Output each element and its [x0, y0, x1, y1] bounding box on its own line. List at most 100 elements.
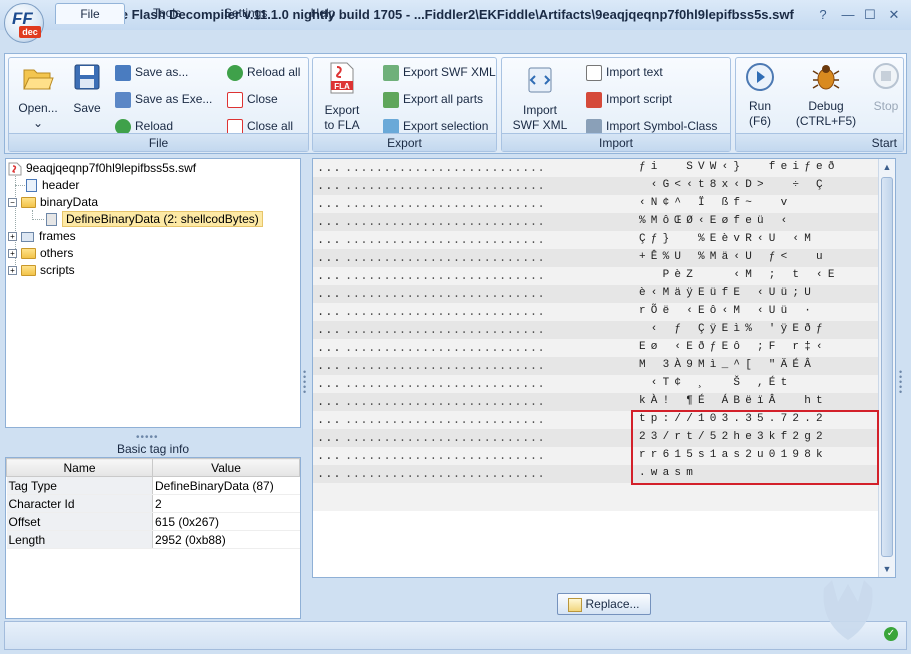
table-row[interactable]: Length 2952 (0xb88) [6, 530, 300, 549]
maximize-button[interactable]: ☐ [860, 7, 880, 23]
export-group: FLA Export to FLA Export SWF XML Export … [312, 57, 497, 152]
import-symbol-class-label: Import Symbol-Class [606, 119, 718, 133]
stop-button[interactable]: Stop [870, 62, 902, 114]
tab-file[interactable]: File [55, 3, 125, 24]
collapse-icon[interactable]: − [8, 198, 17, 208]
hex-row[interactable]: ............................. ‹ ƒ ÇÿEì% … [313, 321, 895, 339]
hex-offset: ... [317, 359, 342, 373]
hex-row[interactable]: ............................. ‹N¢^ Ï ßf~ … [313, 195, 895, 213]
hex-bytes: .......................... [345, 233, 546, 247]
table-row[interactable]: Character Id 2 [6, 494, 300, 513]
debug-label-2: (CTRL+F5) [795, 114, 857, 128]
save-as-exe-button[interactable]: Save as Exe... [115, 88, 212, 110]
replace-button[interactable]: Replace... [557, 593, 651, 615]
hex-offset: ... [317, 287, 342, 301]
table-row[interactable]: Offset 615 (0x267) [6, 512, 300, 531]
reload-all-button[interactable]: Reload all [227, 61, 300, 83]
start-group: Run (F6) Debug (CTRL+F5) Stop Start [735, 57, 904, 152]
import-swf-xml-button[interactable]: Import SWF XML [506, 66, 574, 133]
hex-row[interactable]: ............................. Eø ‹EðƒEô ;… [313, 339, 895, 357]
swf-tree[interactable]: 9eaqjqeqnp7f0hl9lepifbss5s.swf header − b… [5, 158, 301, 428]
tree-node-header[interactable]: header [26, 177, 79, 194]
hex-offset: ... [317, 305, 342, 319]
tree-node-scripts[interactable]: + scripts [8, 262, 75, 279]
right-panel-grip[interactable]: • • • • • [899, 368, 905, 397]
export-all-parts-label: Export all parts [403, 92, 484, 106]
hex-offset: ... [317, 215, 342, 229]
import-text-button[interactable]: Import text [586, 61, 663, 83]
export-all-parts-button[interactable]: Export all parts [383, 88, 483, 110]
replace-icon [568, 597, 583, 612]
hex-bytes: .......................... [345, 359, 546, 373]
export-swf-xml-button[interactable]: Export SWF XML [383, 61, 496, 83]
save-as-button[interactable]: Save as... [115, 61, 188, 83]
property-value: 615 (0x267) [152, 512, 300, 531]
scroll-down-icon[interactable]: ▼ [879, 561, 895, 577]
tree-node-root[interactable]: 9eaqjqeqnp7f0hl9lepifbss5s.swf [8, 160, 196, 177]
scroll-up-icon[interactable]: ▲ [879, 159, 895, 175]
scrollbar-thumb[interactable] [881, 177, 893, 557]
expand-icon[interactable]: + [8, 249, 17, 259]
save-as-icon [115, 64, 131, 81]
hex-bytes: .......................... [345, 431, 546, 445]
hex-bytes: .......................... [345, 323, 546, 337]
run-button[interactable]: Run (F6) [740, 62, 780, 129]
vertical-splitter-grip[interactable]: • • • • • [303, 368, 309, 397]
hex-row[interactable]: ............................. è‹MäÿEüfE ‹… [313, 285, 895, 303]
hex-offset: ... [317, 197, 342, 211]
table-row[interactable]: Tag Type DefineBinaryData (87) [6, 476, 300, 495]
tree-node-frames[interactable]: + frames [8, 228, 76, 245]
tab-settings[interactable]: Settings [214, 3, 276, 24]
tree-node-binarydata[interactable]: − binaryData [8, 194, 98, 211]
tab-help[interactable]: Help [300, 3, 346, 24]
column-header-value[interactable]: Value [152, 458, 300, 477]
export-fla-label-1: Export [324, 103, 360, 117]
hex-bytes: .......................... [345, 269, 546, 283]
close-button[interactable]: Close [227, 88, 278, 110]
binary-data-icon [46, 213, 57, 227]
swf-file-icon [8, 162, 22, 176]
folder-icon [21, 197, 36, 209]
hex-row[interactable]: ............................. ƒi SVW‹} fe… [313, 159, 895, 177]
hex-row[interactable]: ............................. M 3À9Mì_^[ … [313, 357, 895, 375]
hex-bytes: .......................... [345, 161, 546, 175]
tree-frames-label: frames [39, 229, 76, 243]
export-fla-button[interactable]: FLA Export to FLA [317, 62, 367, 133]
hex-ascii: ‹G<‹t8x‹D> ÷ Ç [639, 179, 828, 191]
expand-icon[interactable]: + [8, 232, 17, 242]
reload-label: Reload [135, 119, 174, 133]
hex-viewer[interactable]: ............................. ƒi SVW‹} fe… [312, 158, 896, 578]
hex-bytes: .......................... [345, 179, 546, 193]
help-window-button[interactable]: ? [813, 7, 833, 23]
tree-node-others[interactable]: + others [8, 245, 73, 262]
hex-row[interactable]: ............................. +Ê%U %Mä‹U … [313, 249, 895, 267]
hex-offset: ... [317, 449, 342, 463]
hex-row[interactable]: ............................. Çƒ} %EèvR‹U… [313, 231, 895, 249]
save-label: Save [73, 101, 101, 115]
close-window-button[interactable]: ✕ [884, 7, 904, 23]
save-button[interactable]: Save [65, 62, 109, 116]
hex-scrollbar[interactable]: ▲ ▼ [878, 159, 895, 577]
open-folder-icon [23, 69, 54, 90]
column-header-name[interactable]: Name [6, 458, 153, 477]
hex-row[interactable]: ............................. PèZ ‹M ; t… [313, 267, 895, 285]
hex-row[interactable]: ............................. ‹T¢ ¸ Š ,É… [313, 375, 895, 393]
tree-root-label: 9eaqjqeqnp7f0hl9lepifbss5s.swf [26, 161, 197, 175]
status-bar [4, 621, 907, 650]
debug-label-1: Debug [808, 99, 844, 113]
expand-icon[interactable]: + [8, 266, 17, 276]
hex-offset: ... [317, 467, 342, 481]
open-button[interactable]: Open... ⌄ [13, 62, 63, 131]
hex-row[interactable]: ............................. rÕë ‹Eô‹M ‹… [313, 303, 895, 321]
hex-row[interactable]: ............................. %MôŒØ‹Eøfeü… [313, 213, 895, 231]
hex-ascii: +Ê%U %Mä‹U ƒ< u [639, 251, 828, 263]
import-script-button[interactable]: Import script [586, 88, 672, 110]
tree-node-definebinarydata[interactable]: DefineBinaryData (2: shellcodBytes) [46, 211, 263, 228]
minimize-button[interactable]: — [838, 7, 858, 23]
tab-tools[interactable]: Tools [140, 3, 194, 24]
hex-row[interactable]: ............................. ‹G<‹t8x‹D>… [313, 177, 895, 195]
bug-icon [812, 65, 840, 90]
hex-ascii: Çƒ} %EèvR‹U ‹M [639, 233, 817, 245]
debug-button[interactable]: Debug (CTRL+F5) [792, 62, 860, 129]
hex-row[interactable]: ............................. kÀ! ¶É ÁBëï… [313, 393, 895, 411]
